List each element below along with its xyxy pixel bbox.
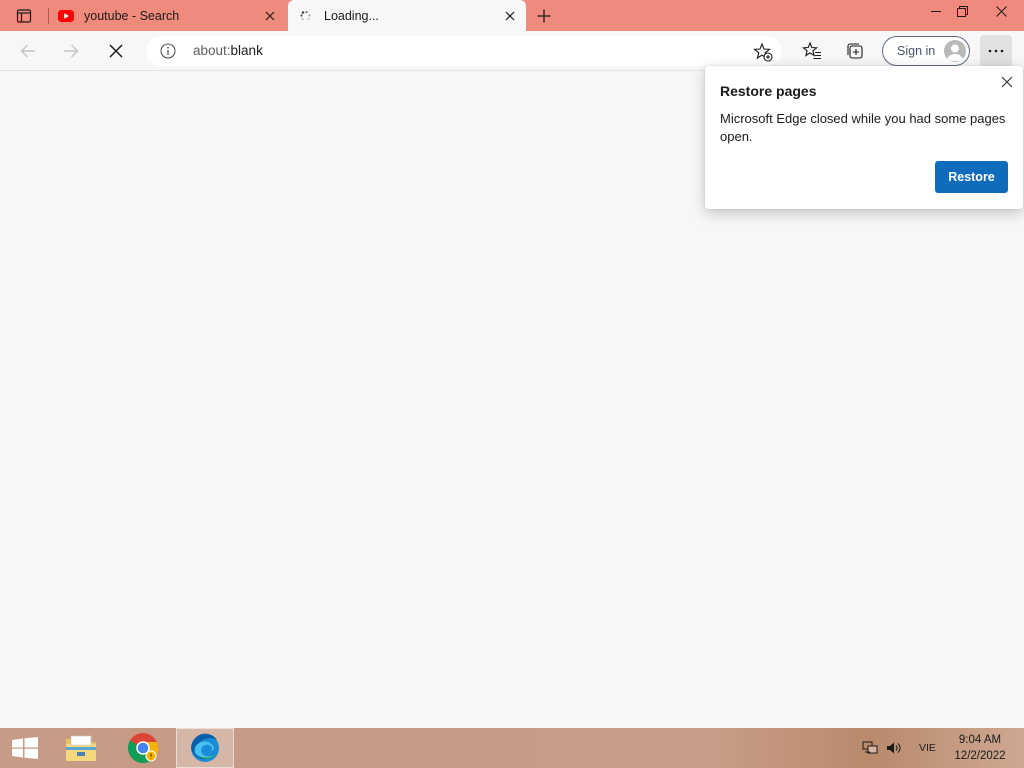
avatar-icon bbox=[944, 40, 966, 62]
address-url[interactable]: about:blank bbox=[193, 43, 263, 58]
system-clock[interactable]: 9:04 AM 12/2/2022 bbox=[948, 732, 1012, 764]
edge-icon bbox=[191, 733, 219, 762]
url-path: blank bbox=[230, 43, 263, 58]
clock-date: 12/2/2022 bbox=[954, 750, 1006, 762]
dialog-title: Restore pages bbox=[720, 83, 817, 99]
collections-icon bbox=[847, 43, 863, 59]
start-button[interactable] bbox=[0, 728, 50, 768]
close-window-button[interactable] bbox=[986, 0, 1016, 22]
file-explorer-icon bbox=[66, 735, 96, 761]
sign-in-button[interactable]: Sign in bbox=[882, 36, 970, 66]
new-tab-button[interactable] bbox=[532, 4, 556, 28]
star-add-icon bbox=[753, 42, 773, 62]
tab-title: Loading... bbox=[324, 9, 379, 23]
taskbar-chrome[interactable] bbox=[120, 728, 166, 768]
volume-icon[interactable] bbox=[885, 740, 903, 756]
tab-title: youtube - Search bbox=[84, 9, 180, 23]
tab-close-button[interactable] bbox=[502, 8, 518, 24]
close-icon bbox=[505, 11, 515, 21]
tab-youtube-search[interactable]: youtube - Search bbox=[48, 0, 286, 32]
dialog-close-button[interactable] bbox=[997, 72, 1017, 92]
favorites-star-list-icon bbox=[802, 41, 821, 60]
taskbar-file-explorer[interactable] bbox=[58, 728, 104, 768]
input-language-indicator[interactable]: VIE bbox=[919, 742, 936, 754]
back-button[interactable] bbox=[12, 35, 44, 67]
forward-arrow-icon bbox=[64, 44, 79, 58]
sign-in-label: Sign in bbox=[897, 44, 936, 58]
taskbar-edge[interactable] bbox=[176, 728, 234, 768]
restore-window-button[interactable] bbox=[947, 0, 977, 22]
close-icon bbox=[995, 5, 1007, 17]
info-icon[interactable] bbox=[160, 43, 176, 59]
browser-toolbar: about:blank Sign in bbox=[0, 31, 1024, 71]
tab-actions-button[interactable] bbox=[6, 4, 42, 28]
plus-icon bbox=[537, 9, 551, 23]
tab-actions-icon bbox=[16, 9, 32, 23]
dialog-message: Microsoft Edge closed while you had some… bbox=[720, 111, 1006, 144]
restore-window-icon bbox=[956, 5, 968, 17]
stop-icon bbox=[109, 44, 123, 58]
stop-loading-button[interactable] bbox=[100, 35, 132, 67]
taskbar: VIE 9:04 AM 12/2/2022 bbox=[0, 728, 1024, 768]
tab-loading[interactable]: Loading... bbox=[288, 0, 526, 32]
add-to-favorites-button[interactable] bbox=[752, 41, 774, 63]
more-dots-icon bbox=[988, 49, 1004, 53]
tab-close-button[interactable] bbox=[262, 8, 278, 24]
clock-time: 9:04 AM bbox=[958, 734, 1002, 746]
close-icon bbox=[265, 11, 275, 21]
youtube-icon bbox=[58, 10, 74, 22]
minimize-icon bbox=[931, 11, 941, 12]
tab-strip: youtube - Search Loading... bbox=[0, 0, 1024, 32]
url-scheme: about: bbox=[193, 43, 231, 58]
favorites-button[interactable] bbox=[796, 35, 828, 67]
restore-button[interactable]: Restore bbox=[935, 161, 1008, 193]
network-icon[interactable] bbox=[861, 740, 879, 756]
loading-spinner-icon bbox=[300, 10, 311, 20]
back-arrow-icon bbox=[20, 44, 35, 58]
chrome-icon bbox=[127, 733, 159, 764]
settings-and-more-button[interactable] bbox=[980, 35, 1012, 67]
forward-button[interactable] bbox=[55, 35, 87, 67]
collections-button[interactable] bbox=[839, 35, 871, 67]
close-icon bbox=[1001, 76, 1013, 88]
windows-logo-icon bbox=[12, 737, 38, 759]
restore-pages-dialog: Restore pages Microsoft Edge closed whil… bbox=[705, 66, 1023, 209]
address-bar[interactable]: about:blank bbox=[146, 36, 782, 66]
